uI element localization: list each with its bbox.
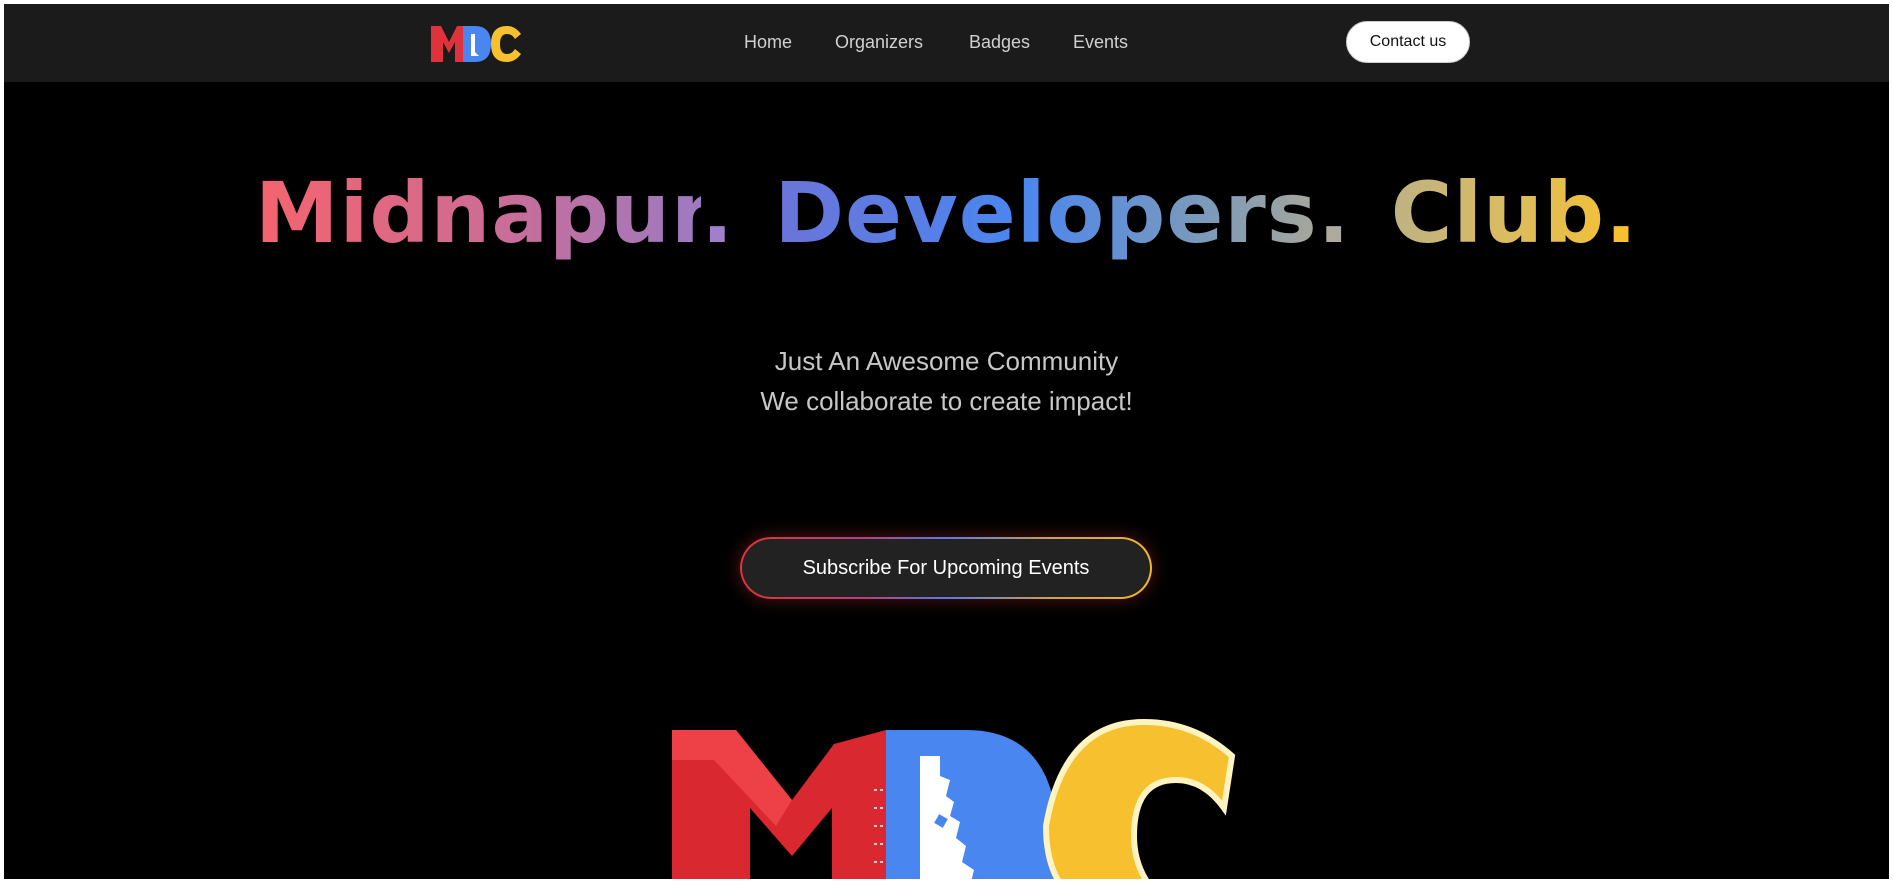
title-word-developers: Developers: [774, 164, 1318, 262]
contact-us-button[interactable]: Contact us: [1346, 21, 1470, 63]
hero-title: Midnapur. Developers. Club.: [4, 164, 1889, 262]
title-dot: .: [1605, 164, 1638, 262]
tagline-primary: Just An Awesome Community: [774, 346, 1119, 376]
nav-events[interactable]: Events: [1073, 32, 1128, 53]
title-dot: .: [1317, 164, 1351, 262]
tagline-secondary: We collaborate to create impact!: [760, 386, 1133, 416]
navbar: Home Organizers Badges Events Contact us: [4, 4, 1889, 82]
mdc-large-logo-icon: [664, 716, 1244, 879]
subscribe-button[interactable]: Subscribe For Upcoming Events: [740, 537, 1152, 599]
nav-badges[interactable]: Badges: [969, 32, 1030, 53]
page-frame: Home Organizers Badges Events Contact us…: [4, 4, 1889, 879]
subscribe-button-label: Subscribe For Upcoming Events: [742, 539, 1150, 597]
nav-organizers[interactable]: Organizers: [835, 32, 923, 53]
nav-links: Home Organizers Badges Events: [4, 4, 1889, 82]
nav-home[interactable]: Home: [744, 32, 792, 53]
title-dot: .: [701, 164, 735, 262]
title-word-midnapur: Midnapur: [255, 164, 702, 262]
title-word-club: Club: [1390, 164, 1606, 262]
